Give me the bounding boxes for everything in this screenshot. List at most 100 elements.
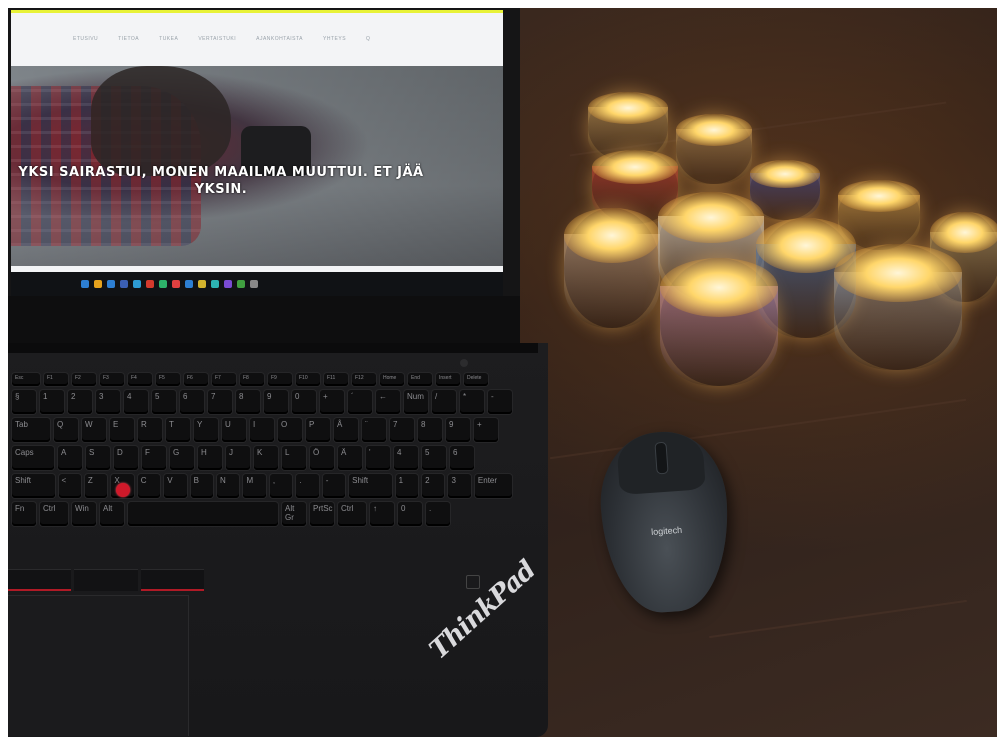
key[interactable]: Enter: [474, 474, 512, 498]
power-button[interactable]: [460, 359, 468, 367]
key[interactable]: H: [198, 446, 222, 470]
key[interactable]: 8: [418, 418, 442, 442]
taskbar-app-icon[interactable]: [198, 280, 206, 288]
key[interactable]: Ctrl: [338, 502, 366, 526]
key[interactable]: Esc: [12, 373, 40, 386]
middle-click-button[interactable]: [74, 569, 138, 591]
key[interactable]: P: [306, 418, 330, 442]
key[interactable]: Alt: [100, 502, 124, 526]
key[interactable]: A: [58, 446, 82, 470]
key[interactable]: F8: [240, 373, 264, 386]
key[interactable]: 0: [398, 502, 422, 526]
key[interactable]: Delete: [464, 373, 488, 386]
key[interactable]: L: [282, 446, 306, 470]
key[interactable]: E: [110, 418, 134, 442]
key[interactable]: 8: [236, 390, 260, 414]
taskbar-app-icon[interactable]: [211, 280, 219, 288]
key[interactable]: Ä: [338, 446, 362, 470]
right-click-button[interactable]: [140, 569, 205, 591]
key[interactable]: I: [250, 418, 274, 442]
taskbar-app-icon[interactable]: [159, 280, 167, 288]
key[interactable]: End: [408, 373, 432, 386]
key[interactable]: Insert: [436, 373, 460, 386]
key[interactable]: 6: [450, 446, 474, 470]
key[interactable]: F4: [128, 373, 152, 386]
taskbar-app-icon[interactable]: [172, 280, 180, 288]
key[interactable]: G: [170, 446, 194, 470]
key[interactable]: U: [222, 418, 246, 442]
key[interactable]: Å: [334, 418, 358, 442]
key[interactable]: Ctrl: [40, 502, 68, 526]
search-icon[interactable]: Q: [366, 36, 370, 42]
key[interactable]: .: [426, 502, 450, 526]
key[interactable]: F6: [184, 373, 208, 386]
key[interactable]: /: [432, 390, 456, 414]
key[interactable]: F2: [72, 373, 96, 386]
key[interactable]: 4: [124, 390, 148, 414]
key[interactable]: Shift: [12, 474, 55, 498]
key[interactable]: J: [226, 446, 250, 470]
taskbar-app-icon[interactable]: [94, 280, 102, 288]
key[interactable]: F7: [212, 373, 236, 386]
key[interactable]: ,: [269, 474, 293, 498]
key[interactable]: Alt Gr: [282, 502, 306, 526]
key[interactable]: -: [322, 474, 346, 498]
key[interactable]: V: [164, 474, 187, 498]
key[interactable]: T: [166, 418, 190, 442]
nav-item[interactable]: YHTEYS: [323, 36, 346, 42]
key[interactable]: Z: [84, 474, 108, 498]
key[interactable]: ': [366, 446, 390, 470]
key[interactable]: Shift: [349, 474, 392, 498]
key[interactable]: D: [114, 446, 138, 470]
trackpoint[interactable]: [116, 483, 130, 497]
key[interactable]: B: [190, 474, 214, 498]
key[interactable]: -: [488, 390, 512, 414]
nav-item[interactable]: AJANKOHTAISTA: [256, 36, 303, 42]
taskbar-app-icon[interactable]: [224, 280, 232, 288]
key[interactable]: R: [138, 418, 162, 442]
key[interactable]: 0: [292, 390, 316, 414]
key[interactable]: Win: [72, 502, 96, 526]
key[interactable]: Home: [380, 373, 404, 386]
nav-item[interactable]: VERTAISTUKI: [198, 36, 236, 42]
key[interactable]: 1: [40, 390, 64, 414]
scroll-wheel[interactable]: [654, 441, 669, 475]
key[interactable]: ¨: [362, 418, 386, 442]
key[interactable]: F3: [100, 373, 124, 386]
key[interactable]: ↑: [370, 502, 394, 526]
key[interactable]: 7: [390, 418, 414, 442]
key[interactable]: <: [58, 474, 81, 498]
key[interactable]: F10: [296, 373, 320, 386]
key[interactable]: Num: [404, 390, 428, 414]
key[interactable]: PrtSc: [310, 502, 334, 526]
key[interactable]: Y: [194, 418, 218, 442]
key[interactable]: 1: [395, 474, 419, 498]
key[interactable]: M: [243, 474, 266, 498]
key[interactable]: ´: [348, 390, 372, 414]
touchpad[interactable]: [8, 595, 189, 736]
key[interactable]: F11: [324, 373, 348, 386]
key[interactable]: 3: [96, 390, 120, 414]
key[interactable]: K: [254, 446, 278, 470]
key[interactable]: *: [460, 390, 484, 414]
key[interactable]: F5: [156, 373, 180, 386]
taskbar-app-icon[interactable]: [81, 280, 89, 288]
left-click-button[interactable]: [8, 569, 72, 591]
taskbar-app-icon[interactable]: [237, 280, 245, 288]
key[interactable]: §: [12, 390, 36, 414]
taskbar-app-icon[interactable]: [107, 280, 115, 288]
taskbar-app-icon[interactable]: [133, 280, 141, 288]
taskbar-app-icon[interactable]: [146, 280, 154, 288]
key[interactable]: Caps: [12, 446, 54, 470]
key[interactable]: N: [217, 474, 240, 498]
key[interactable]: 2: [68, 390, 92, 414]
key[interactable]: F: [142, 446, 166, 470]
key[interactable]: +: [320, 390, 344, 414]
key[interactable]: 3: [448, 474, 471, 498]
key[interactable]: S: [86, 446, 110, 470]
key[interactable]: F1: [44, 373, 68, 386]
key[interactable]: 7: [208, 390, 232, 414]
key[interactable]: 4: [394, 446, 418, 470]
key[interactable]: 9: [264, 390, 288, 414]
taskbar-app-icon[interactable]: [250, 280, 258, 288]
